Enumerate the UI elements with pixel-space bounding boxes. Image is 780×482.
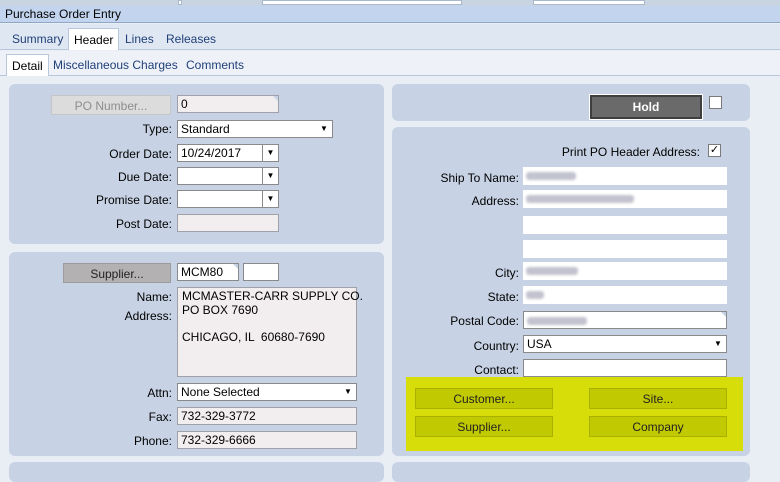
field-corner-fold (720, 312, 726, 318)
redacted-text (526, 171, 576, 180)
supplier-code-field[interactable]: MCM80 (177, 263, 239, 281)
secondary-tab-bar: Detail Miscellaneous Charges Comments (0, 51, 780, 76)
calendar-dropdown-icon[interactable]: ▼ (262, 145, 278, 161)
ship-address-line2[interactable] (523, 216, 727, 234)
fax-label: Fax: (148, 410, 172, 424)
country-value: USA (527, 337, 552, 351)
order-date-label: Order Date: (109, 147, 172, 161)
po-number-value: 0 (181, 97, 188, 111)
supplier-button[interactable]: Supplier... (63, 263, 171, 283)
field-corner-fold (272, 96, 278, 102)
country-select[interactable]: USA ▼ (523, 335, 727, 353)
redacted-text (526, 266, 578, 275)
attn-value: None Selected (181, 385, 260, 399)
order-date-value: 10/24/2017 (181, 146, 242, 160)
state-field[interactable] (523, 286, 727, 304)
type-value: Standard (181, 122, 230, 136)
fax-value: 732-329-3772 (181, 409, 256, 423)
name-label: Name: (136, 290, 172, 304)
print-header-address-label: Print PO Header Address: (561, 145, 700, 159)
fax-field: 732-329-3772 (177, 407, 357, 425)
order-date-field[interactable]: 10/24/2017 ▼ (177, 144, 279, 162)
chevron-down-icon[interactable]: ▼ (316, 121, 332, 137)
tab-comments[interactable]: Comments (181, 54, 249, 76)
due-date-label: Due Date: (117, 170, 172, 184)
hold-button[interactable]: Hold (589, 94, 703, 120)
primary-tab-bar: Summary Header Lines Releases (0, 24, 780, 50)
customer-button[interactable]: Customer... (415, 388, 553, 409)
bottom-right-panel (392, 462, 750, 482)
city-label: City: (495, 266, 519, 280)
hold-checkbox[interactable] (709, 96, 722, 109)
calendar-dropdown-icon[interactable]: ▼ (262, 168, 278, 184)
due-date-field[interactable]: ▼ (177, 167, 279, 185)
field-corner-fold (232, 264, 238, 270)
toolbar-separator (178, 0, 182, 5)
toolbar-field[interactable] (533, 0, 645, 5)
redacted-text (527, 316, 587, 325)
tab-lines[interactable]: Lines (120, 28, 159, 50)
type-select[interactable]: Standard ▼ (177, 120, 333, 138)
tab-detail[interactable]: Detail (6, 54, 49, 76)
ship-to-name-label: Ship To Name: (440, 171, 520, 185)
promise-date-field[interactable]: ▼ (177, 190, 279, 208)
address-label: Address: (124, 309, 172, 323)
po-number-button: PO Number... (51, 95, 171, 115)
window-title-bar: Purchase Order Entry (0, 6, 780, 23)
ship-to-name-field[interactable] (523, 167, 727, 185)
promise-date-label: Promise Date: (95, 193, 172, 207)
tab-summary[interactable]: Summary (7, 28, 68, 50)
attn-select[interactable]: None Selected ▼ (177, 383, 357, 401)
attn-label: Attn: (147, 386, 172, 400)
state-label: State: (487, 290, 519, 304)
tab-header[interactable]: Header (68, 28, 120, 50)
post-date-field (177, 214, 279, 232)
company-button[interactable]: Company (589, 416, 727, 437)
supplier-address-box: MCMASTER-CARR SUPPLY CO. PO BOX 7690 CHI… (177, 287, 363, 377)
tab-miscellaneous-charges[interactable]: Miscellaneous Charges (48, 54, 183, 76)
tab-releases[interactable]: Releases (161, 28, 221, 50)
phone-field: 732-329-6666 (177, 431, 357, 449)
supplier-code2-field[interactable] (243, 263, 279, 281)
chevron-down-icon[interactable]: ▼ (340, 384, 356, 400)
ship-address-line1[interactable] (523, 190, 727, 208)
toolbar-field[interactable] (262, 0, 462, 5)
print-header-address-checkbox[interactable]: ✓ (708, 144, 721, 157)
type-label: Type: (142, 122, 172, 136)
ship-address-line3[interactable] (523, 240, 727, 258)
postal-code-field[interactable] (523, 311, 727, 329)
city-field[interactable] (523, 262, 727, 280)
redacted-text (526, 194, 634, 203)
site-button[interactable]: Site... (589, 388, 727, 409)
phone-label: Phone: (133, 434, 172, 448)
supplier-address-button[interactable]: Supplier... (415, 416, 553, 437)
phone-value: 732-329-6666 (181, 433, 256, 447)
po-number-field: 0 (177, 95, 279, 113)
chevron-down-icon[interactable]: ▼ (710, 336, 726, 352)
bottom-left-panel (9, 462, 384, 482)
ship-address-label: Address: (471, 194, 519, 208)
calendar-dropdown-icon[interactable]: ▼ (262, 191, 278, 207)
window-title: Purchase Order Entry (5, 7, 122, 21)
post-date-label: Post Date: (115, 217, 172, 231)
postal-code-label: Postal Code: (450, 314, 519, 328)
contact-field[interactable] (523, 359, 727, 377)
supplier-code-value: MCM80 (181, 265, 224, 279)
redacted-text (526, 290, 544, 299)
country-label: Country: (473, 339, 519, 353)
